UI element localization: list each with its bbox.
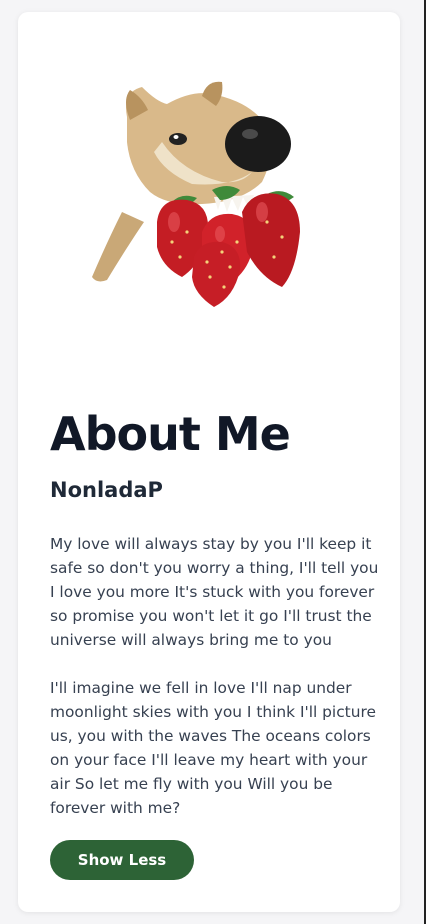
dog-with-strawberries-icon <box>92 81 300 307</box>
bio-paragraph-2: I'll imagine we fell in love I'll nap un… <box>50 679 376 817</box>
author-name: NonladaP <box>50 478 163 502</box>
page-title: About Me <box>50 407 291 461</box>
show-less-button[interactable]: Show Less <box>50 840 194 880</box>
about-card: About Me NonladaP My love will always st… <box>18 12 400 912</box>
bio-paragraph-1: My love will always stay by you I'll kee… <box>50 535 379 649</box>
